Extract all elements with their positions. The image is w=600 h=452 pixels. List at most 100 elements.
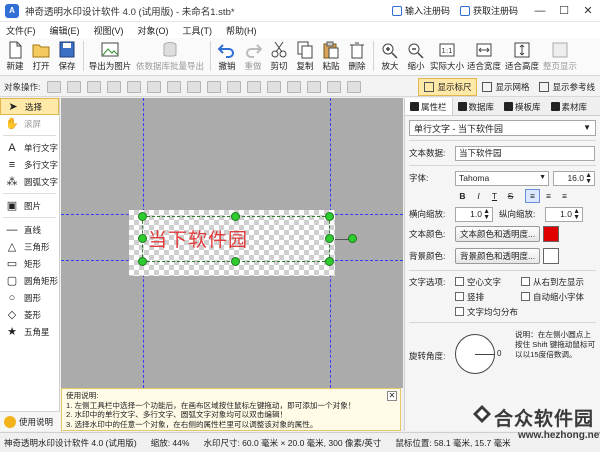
watermark-site-url: www.hezhong.net [518,430,600,441]
paste-button[interactable]: 粘贴 [318,38,344,74]
full-page-button[interactable]: 整页显示 [541,38,579,74]
bg-color-button[interactable]: 背景颜色和透明度... [455,248,541,264]
new-button[interactable]: 新建 [2,38,28,74]
align-right-button[interactable]: ≡ [557,189,572,203]
batch-export-button[interactable]: 依数据库批量导出 [133,38,207,74]
export-image-button[interactable]: 导出为图片 [87,38,133,74]
align-top-icon[interactable] [187,80,202,93]
show-guides-toggle[interactable]: 显示参考线 [534,78,600,96]
show-ruler-toggle[interactable]: 显示标尺 [418,77,478,96]
tool-diamond[interactable]: ◇ 菱形 [0,306,59,323]
layer-up-icon[interactable] [87,80,102,93]
autoshrink-checkbox[interactable]: 自动缩小字体 [521,291,584,303]
align-middle-icon[interactable] [207,80,222,93]
vscale-stepper[interactable]: 1.0 ▲ ▼ [545,206,583,222]
close-help-button[interactable]: ✕ [387,391,397,401]
group-icon[interactable] [327,80,342,93]
resize-handle[interactable] [231,212,240,221]
resize-handle[interactable] [231,257,240,266]
resize-handle[interactable] [325,257,334,266]
maximize-button[interactable]: ☐ [552,0,576,22]
italic-button[interactable]: I [471,189,486,203]
object-selector[interactable]: 单行文字 - 当下软件园 ▼ [409,120,596,136]
rtl-checkbox[interactable]: 从右到左显示 [521,276,584,288]
text-data-field[interactable]: 当下软件园 [455,145,595,161]
align-left-icon[interactable] [127,80,142,93]
send-back-icon[interactable] [67,80,82,93]
align-bottom-icon[interactable] [227,80,242,93]
underline-button[interactable]: T [487,189,502,203]
tool-scroll[interactable]: ✋ 滚屏 [0,115,59,132]
lock-icon[interactable] [347,80,362,93]
open-button[interactable]: 打开 [28,38,54,74]
tool-circle-text[interactable]: ⁂ 圆弧文字 [0,173,59,190]
align-right-icon[interactable] [167,80,182,93]
align-left-button[interactable]: ≡ [525,189,540,203]
hscale-stepper[interactable]: 1.0 ▲ ▼ [455,206,493,222]
minimize-button[interactable]: — [528,0,552,22]
resize-handle[interactable] [138,257,147,266]
layer-down-icon[interactable] [107,80,122,93]
tool-image[interactable]: ▣ 图片 [0,197,59,214]
bring-front-icon[interactable] [47,80,62,93]
help-button[interactable]: 使用说明 [0,411,60,431]
tool-line[interactable]: — 直线 [0,221,59,238]
align-center-button[interactable]: ≡ [541,189,556,203]
strikethrough-button[interactable]: S [503,189,518,203]
text-color-button[interactable]: 文本颜色和透明度... [455,226,541,242]
delete-button[interactable]: 删除 [344,38,370,74]
fit-width-button[interactable]: 适合宽度 [465,38,503,74]
tool-multi-text[interactable]: ≡ 多行文字 [0,156,59,173]
align-center-icon[interactable] [147,80,162,93]
zoom-out-button[interactable]: 缩小 [403,38,429,74]
zoom-in-button[interactable]: 放大 [377,38,403,74]
undo-button[interactable]: 撤销 [214,38,240,74]
bg-color-swatch[interactable] [543,248,560,264]
copy-button[interactable]: 复制 [292,38,318,74]
resize-handle[interactable] [325,212,334,221]
vertical-checkbox[interactable]: 竖排 [455,291,521,303]
rotation-handle[interactable] [348,234,357,243]
enter-register-code-link[interactable]: 输入注册码 [391,4,450,17]
watermark-text[interactable]: 当下软件园 [148,225,248,252]
menu-edit[interactable]: 编辑(E) [48,24,82,37]
show-grid-toggle[interactable]: 显示网格 [477,78,534,96]
save-button[interactable]: 保存 [54,38,80,74]
tab-properties[interactable]: 属性栏 [405,98,453,115]
tool-single-text[interactable]: A 单行文字 [0,139,59,156]
resize-handle[interactable] [138,234,147,243]
redo-button[interactable]: 重做 [240,38,266,74]
tab-materials[interactable]: 素材库 [546,98,593,115]
same-width-icon[interactable] [287,80,302,93]
close-button[interactable]: ✕ [576,0,600,22]
menu-tools[interactable]: 工具(T) [181,24,215,37]
menu-view[interactable]: 视图(V) [92,24,126,37]
bold-button[interactable]: B [455,189,470,203]
tab-templates[interactable]: 模板库 [499,98,546,115]
tool-select[interactable]: ➤ 选择 [0,98,59,115]
menu-file[interactable]: 文件(F) [4,24,38,37]
font-select[interactable]: Tahoma ▼ [455,170,549,186]
cut-button[interactable]: 剪切 [266,38,292,74]
distribute-h-icon[interactable] [247,80,262,93]
text-color-swatch[interactable] [543,226,560,242]
actual-size-button[interactable]: 1:1 实际大小 [429,38,465,74]
tool-star[interactable]: ★ 五角星 [0,323,59,340]
same-height-icon[interactable] [307,80,322,93]
tool-rectangle[interactable]: ▭ 矩形 [0,255,59,272]
fit-height-button[interactable]: 适合高度 [503,38,541,74]
tool-circle[interactable]: ○ 圆形 [0,289,59,306]
get-register-code-link[interactable]: 获取注册码 [459,4,518,17]
tab-database[interactable]: 数据库 [453,98,500,115]
distribute-v-icon[interactable] [267,80,282,93]
tool-rounded-rect[interactable]: ▢ 圆角矩形 [0,272,59,289]
font-size-stepper[interactable]: 16.0 ▲ ▼ [553,170,595,186]
resize-handle[interactable] [325,234,334,243]
menu-object[interactable]: 对象(O) [136,24,171,37]
hollow-text-checkbox[interactable]: 空心文字 [455,276,521,288]
resize-handle[interactable] [138,212,147,221]
menu-help[interactable]: 帮助(H) [224,24,259,37]
design-canvas[interactable]: 当下软件园 [61,98,403,388]
tool-triangle[interactable]: △ 三角形 [0,238,59,255]
distribute-checkbox[interactable]: 文字均匀分布 [455,306,518,318]
